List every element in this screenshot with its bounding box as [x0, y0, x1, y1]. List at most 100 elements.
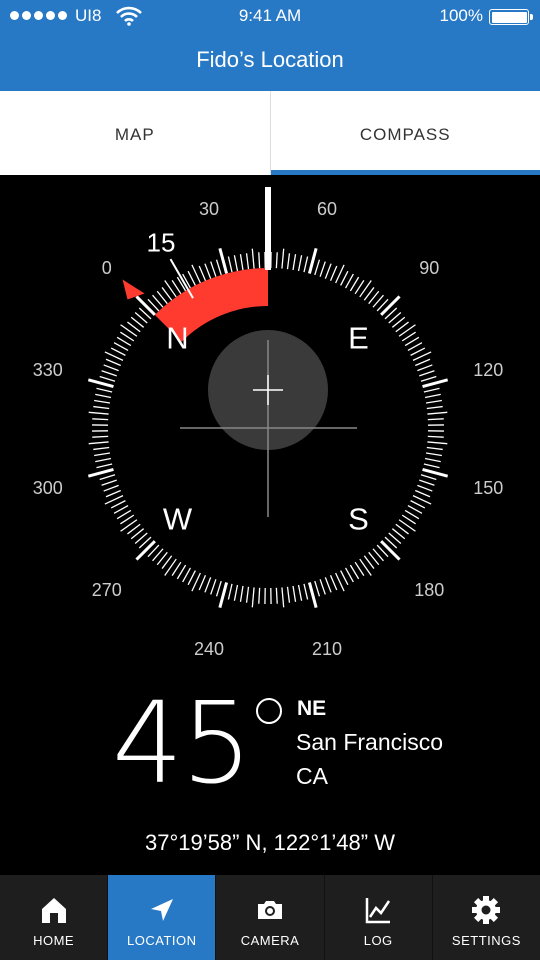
compass-tick	[286, 253, 291, 270]
nav-camera[interactable]: CAMERA	[215, 875, 323, 960]
compass-tick	[116, 509, 132, 520]
compass-tick	[420, 474, 437, 481]
degree-label: 180	[414, 580, 444, 600]
compass-tick	[198, 575, 207, 591]
compass-tick	[233, 584, 239, 601]
compass-tick	[275, 252, 278, 269]
compass-tick	[303, 583, 309, 600]
compass-tick	[404, 336, 420, 347]
battery-icon	[489, 9, 533, 25]
compass-tick	[422, 378, 449, 389]
compass-tick	[380, 295, 401, 316]
compass-tick	[135, 540, 156, 561]
compass-tick	[93, 405, 110, 410]
compass-tick	[94, 399, 111, 404]
compass-tick	[427, 418, 444, 421]
compass-tick	[424, 393, 441, 399]
compass-tick	[110, 500, 126, 509]
tab-map[interactable]: MAP	[0, 91, 270, 175]
compass-tick	[340, 270, 349, 286]
cardinal-s: S	[348, 502, 369, 537]
compass-tick	[198, 265, 207, 281]
compass-tick	[420, 375, 437, 382]
nav-log[interactable]: LOG	[323, 875, 432, 960]
compass-tick	[204, 263, 212, 279]
degree-label: 60	[317, 199, 337, 219]
compass-tick	[314, 580, 321, 597]
compass-tick	[96, 463, 113, 469]
compass-tick	[324, 263, 332, 279]
compass-tick	[245, 253, 250, 270]
location-city: San Francisco	[296, 729, 444, 755]
compass-tick	[93, 446, 110, 451]
compass-tick	[410, 500, 426, 509]
compass-tick	[423, 463, 440, 469]
chart-line-icon	[365, 898, 391, 924]
cardinal-n: N	[166, 320, 188, 355]
compass-tick	[215, 259, 222, 276]
nav-settings-label: SETTINGS	[451, 933, 521, 948]
compass-tick	[96, 387, 113, 393]
compass-tick	[426, 405, 443, 410]
compass-tick	[275, 587, 278, 604]
compass-tick	[345, 273, 354, 289]
compass-tick	[329, 575, 338, 591]
compass-tick	[349, 564, 360, 580]
compass-tick	[87, 467, 114, 478]
compass-tick	[113, 342, 129, 351]
compass-tick	[425, 452, 442, 457]
compass-tick	[233, 255, 239, 272]
degree-label: 210	[312, 639, 342, 659]
compass-tick	[417, 364, 433, 372]
compass-tick	[303, 256, 309, 273]
page-title: Fido’s Location	[196, 47, 344, 72]
status-bar: UI8 9:41 AM 100%	[0, 0, 540, 32]
compass-dial[interactable]: 15 N E S W 0 30 60 90 120 150 180 210 240 270 300 330	[0, 175, 540, 685]
view-tabs: MAP COMPASS	[0, 91, 540, 175]
compass-tick	[210, 579, 217, 595]
compass-tick	[245, 586, 250, 603]
compass-tick	[251, 248, 255, 269]
compass-tick	[426, 446, 443, 451]
compass-tick	[340, 570, 349, 586]
compass-tick	[88, 441, 109, 445]
compass-tick	[427, 411, 448, 415]
compass-tick	[204, 577, 212, 593]
compass-tick	[258, 252, 261, 269]
nav-home-label: HOME	[33, 933, 75, 948]
compass-tick	[95, 393, 112, 399]
heading-degrees: 45	[112, 679, 253, 809]
gear-icon	[472, 896, 501, 924]
compass-tick	[87, 378, 114, 389]
tab-compass[interactable]: COMPASS	[269, 91, 540, 175]
bottom-nav: HOME LOCATION CAMERA LOG SETTINGS	[0, 875, 540, 960]
compass-tick	[103, 484, 119, 492]
camera-icon	[258, 901, 282, 919]
nav-location[interactable]: LOCATION	[107, 875, 216, 960]
compass-tick	[258, 587, 261, 604]
compass-tick	[113, 505, 129, 514]
compass-tick	[92, 418, 109, 421]
compass-tick	[101, 370, 117, 377]
heading-readout: 45 NE San Francisco CA 37°19’58” N, 122°…	[0, 685, 540, 875]
compass-tick	[215, 580, 222, 597]
compass-tick	[251, 587, 255, 608]
compass-tick	[297, 584, 303, 601]
compass-tick	[407, 342, 423, 351]
compass-tick	[422, 467, 449, 478]
compass-tick	[286, 586, 291, 603]
compass-tick	[218, 247, 229, 274]
bearing-line	[169, 258, 194, 299]
compass-tick	[110, 347, 126, 356]
app-header: UI8 9:41 AM 100% Fido’s Location	[0, 0, 540, 91]
gps-coordinates: 37°19’58” N, 122°1’48” W	[145, 830, 395, 855]
compass-tick	[105, 489, 121, 498]
nav-home[interactable]: HOME	[0, 875, 107, 960]
nav-settings[interactable]: SETTINGS	[431, 875, 540, 960]
compass-tick	[210, 261, 217, 277]
compass-tick	[319, 579, 326, 595]
compass-tick	[345, 567, 354, 583]
compass-tick	[94, 452, 111, 457]
compass-tick	[423, 387, 440, 393]
compass-tick	[427, 435, 444, 438]
